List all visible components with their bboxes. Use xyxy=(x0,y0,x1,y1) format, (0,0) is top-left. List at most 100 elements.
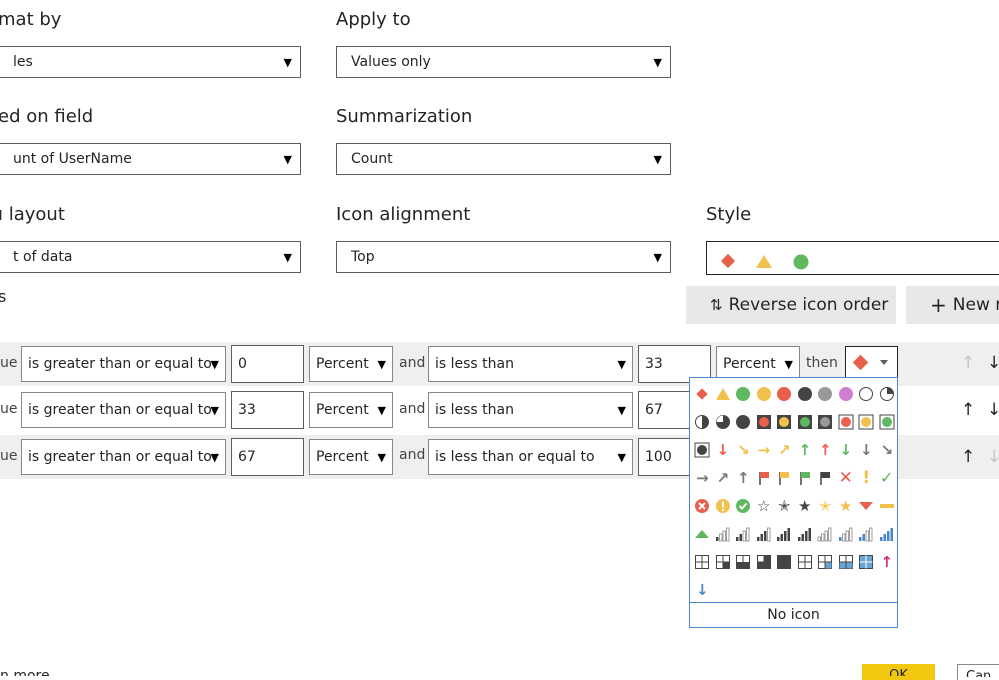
full-star-icon[interactable]: ★ xyxy=(795,492,816,520)
grey-circle-icon[interactable] xyxy=(815,380,836,408)
yellow-half-star-icon[interactable]: ✭ xyxy=(815,492,836,520)
green-circle-icon[interactable] xyxy=(733,380,754,408)
blue-half-box-icon[interactable] xyxy=(836,548,857,576)
green-flag-icon[interactable] xyxy=(795,464,816,492)
green-light-icon[interactable] xyxy=(795,408,816,436)
signal-bars-3-icon[interactable] xyxy=(754,520,775,548)
format-by-dropdown[interactable]: les ▼ xyxy=(0,46,301,78)
yellow-exclamation-icon[interactable]: ! xyxy=(856,464,877,492)
blue-quarter-box-icon[interactable] xyxy=(815,548,836,576)
rule-operator-2-dropdown[interactable]: is less than or equal to ▼ xyxy=(428,439,633,475)
half-star-icon[interactable]: ✭ xyxy=(774,492,795,520)
cancel-button[interactable]: Can xyxy=(957,664,999,680)
signal-bars-empty-icon[interactable] xyxy=(815,520,836,548)
icon-select-dropdown[interactable] xyxy=(845,346,898,378)
green-check-icon[interactable]: ✓ xyxy=(877,464,898,492)
green-up-arrow-icon[interactable]: ↑ xyxy=(795,436,816,464)
yellow-right-arrow-icon[interactable]: → xyxy=(754,436,775,464)
rule-unit-1-dropdown[interactable]: Percent ▼ xyxy=(309,439,393,475)
reverse-icon-order-button[interactable]: ⇅ Reverse icon order xyxy=(686,286,896,324)
purple-circle-icon[interactable] xyxy=(836,380,857,408)
yellow-star-icon[interactable]: ★ xyxy=(836,492,857,520)
red-diamond-icon[interactable] xyxy=(692,380,713,408)
grey-down-arrow-icon[interactable]: ↓ xyxy=(856,436,877,464)
red-up-arrow-icon[interactable]: ↑ xyxy=(815,436,836,464)
move-down-icon[interactable]: ↓ xyxy=(987,400,999,420)
empty-star-icon[interactable]: ☆ xyxy=(754,492,775,520)
yellow-dash-icon[interactable] xyxy=(877,492,898,520)
blue-signal-bars-2-icon[interactable] xyxy=(856,520,877,548)
move-up-icon[interactable]: ↑ xyxy=(961,447,975,467)
yellow-up-right-arrow-icon[interactable]: ↗ xyxy=(774,436,795,464)
icon-alignment-dropdown[interactable]: Top ▼ xyxy=(336,241,671,273)
move-up-icon[interactable]: ↑ xyxy=(961,353,975,373)
red-framed-light-icon[interactable] xyxy=(836,408,857,436)
rule-value-1-input[interactable]: 0 xyxy=(231,345,304,383)
rule-operator-2-dropdown[interactable]: is less than ▼ xyxy=(428,392,633,428)
white-circle-icon[interactable] xyxy=(856,380,877,408)
green-framed-light-icon[interactable] xyxy=(877,408,898,436)
icon-layout-dropdown[interactable]: t of data ▼ xyxy=(0,241,301,273)
yellow-light-icon[interactable] xyxy=(774,408,795,436)
yellow-exclamation-circle-icon[interactable] xyxy=(713,492,734,520)
red-light-icon[interactable] xyxy=(754,408,775,436)
yellow-framed-light-icon[interactable] xyxy=(856,408,877,436)
quarter-pie-icon[interactable] xyxy=(877,380,898,408)
rule-value-1-input[interactable]: 67 xyxy=(231,438,304,476)
green-check-circle-icon[interactable] xyxy=(733,492,754,520)
dark-framed-light-icon[interactable] xyxy=(692,436,713,464)
grey-down-right-arrow-icon[interactable]: ↘ xyxy=(877,436,898,464)
green-down-arrow-icon[interactable]: ↓ xyxy=(836,436,857,464)
rule-unit-1-dropdown[interactable]: Percent ▼ xyxy=(309,346,393,382)
half-pie-icon[interactable] xyxy=(692,408,713,436)
rule-operator-1-dropdown[interactable]: is greater than or equal to ▼ xyxy=(21,392,226,428)
rule-operator-1-dropdown[interactable]: is greater than or equal to ▼ xyxy=(21,346,226,382)
signal-bars-2-icon[interactable] xyxy=(733,520,754,548)
yellow-down-right-arrow-icon[interactable]: ↘ xyxy=(733,436,754,464)
learn-more-link[interactable]: n more xyxy=(0,664,50,676)
three-quarter-pie-icon[interactable] xyxy=(713,408,734,436)
grey-up-right-arrow-icon[interactable]: ↗ xyxy=(713,464,734,492)
move-down-icon[interactable]: ↓ xyxy=(987,447,999,467)
green-up-triangle-icon[interactable] xyxy=(692,520,713,548)
rule-operator-1-dropdown[interactable]: is greater than or equal to ▼ xyxy=(21,439,226,475)
empty-box-icon[interactable] xyxy=(692,548,713,576)
yellow-flag-icon[interactable] xyxy=(774,464,795,492)
blue-full-box-icon[interactable] xyxy=(856,548,877,576)
red-x-circle-icon[interactable] xyxy=(692,492,713,520)
yellow-triangle-icon[interactable] xyxy=(713,380,734,408)
blue-empty-box-icon[interactable] xyxy=(795,548,816,576)
new-rule-button[interactable]: + New ru xyxy=(906,286,999,324)
red-x-icon[interactable]: ✕ xyxy=(836,464,857,492)
signal-bars-full-icon[interactable] xyxy=(795,520,816,548)
black-circle-icon[interactable] xyxy=(795,380,816,408)
red-down-triangle-icon[interactable] xyxy=(856,492,877,520)
rule-unit-1-dropdown[interactable]: Percent ▼ xyxy=(309,392,393,428)
half-box-icon[interactable] xyxy=(733,548,754,576)
style-dropdown[interactable] xyxy=(706,241,999,275)
red-down-arrow-icon[interactable]: ↓ xyxy=(713,436,734,464)
rule-value-1-input[interactable]: 33 xyxy=(231,391,304,429)
pink-up-arrow-icon[interactable]: ↑ xyxy=(877,548,898,576)
full-box-icon[interactable] xyxy=(774,548,795,576)
red-flag-icon[interactable] xyxy=(754,464,775,492)
blue-down-arrow-icon[interactable]: ↓ xyxy=(692,576,713,604)
full-pie-icon[interactable] xyxy=(733,408,754,436)
signal-bars-4-icon[interactable] xyxy=(774,520,795,548)
grey-right-arrow-icon[interactable]: → xyxy=(692,464,713,492)
three-quarter-box-icon[interactable] xyxy=(754,548,775,576)
grey-up-arrow-icon[interactable]: ↑ xyxy=(733,464,754,492)
signal-bars-1-icon[interactable] xyxy=(713,520,734,548)
quarter-box-icon[interactable] xyxy=(713,548,734,576)
rule-operator-2-dropdown[interactable]: is less than ▼ xyxy=(428,346,633,382)
yellow-circle-icon[interactable] xyxy=(754,380,775,408)
move-down-icon[interactable]: ↓ xyxy=(987,353,999,373)
red-circle-icon[interactable] xyxy=(774,380,795,408)
summarization-dropdown[interactable]: Count ▼ xyxy=(336,143,671,175)
ok-button[interactable]: OK xyxy=(862,664,935,680)
black-flag-icon[interactable] xyxy=(815,464,836,492)
blue-signal-bars-4-icon[interactable] xyxy=(877,520,898,548)
based-on-field-dropdown[interactable]: unt of UserName ▼ xyxy=(0,143,301,175)
grey-light-icon[interactable] xyxy=(815,408,836,436)
apply-to-dropdown[interactable]: Values only ▼ xyxy=(336,46,671,78)
